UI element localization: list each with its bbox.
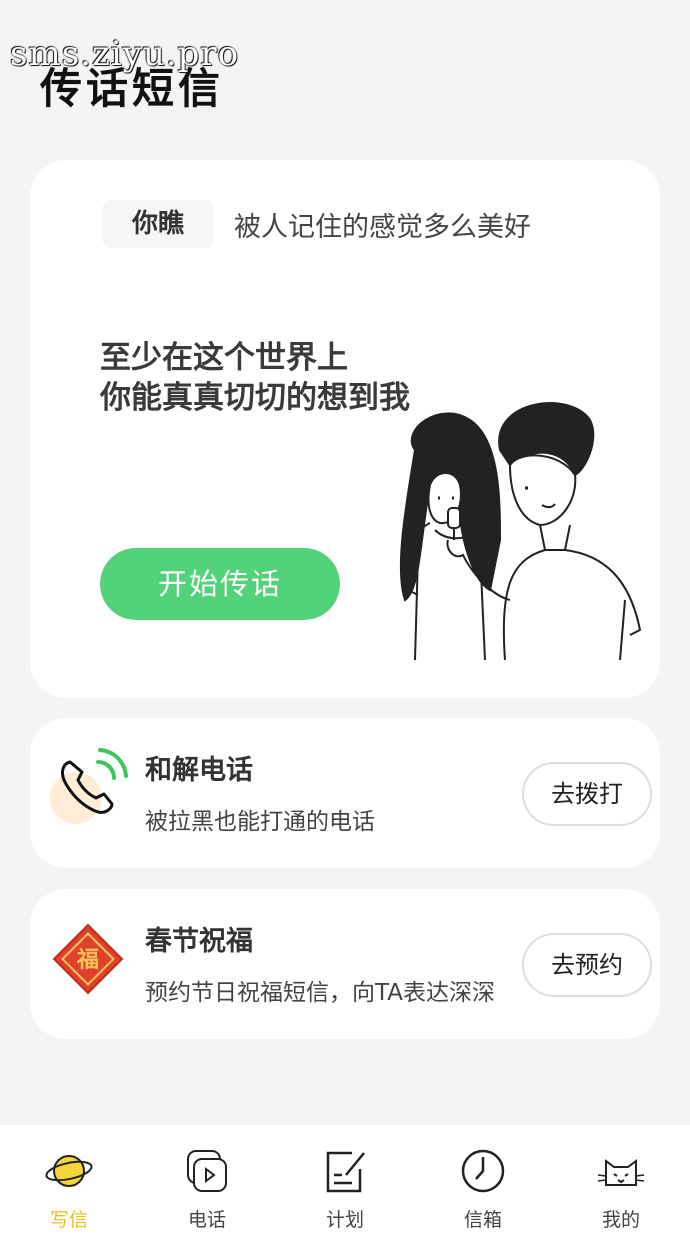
- edit-icon: [326, 1151, 365, 1193]
- clock-icon: [461, 1149, 505, 1193]
- tab-write[interactable]: 写信: [0, 1125, 138, 1245]
- tab-phone[interactable]: 电话: [138, 1125, 276, 1245]
- tag-row: 你瞧 被人记住的感觉多么美好: [102, 200, 531, 248]
- tab-label: 信箱: [463, 1209, 502, 1231]
- tab-mailbox[interactable]: 信箱: [414, 1125, 552, 1245]
- call-button[interactable]: 去拨打: [522, 762, 652, 826]
- headline-line-1: 至少在这个世界上: [100, 340, 348, 376]
- planet-icon: [45, 1155, 93, 1187]
- card-title: 春节祝福: [145, 926, 253, 957]
- bottom-tab-bar: 写信 电话 计划 信箱 我的: [0, 1125, 690, 1245]
- tag-badge: 你瞧: [102, 200, 215, 248]
- tab-label: 电话: [187, 1209, 226, 1231]
- tab-label: 写信: [49, 1209, 88, 1231]
- cat-icon: [597, 1159, 645, 1186]
- tag-text: 被人记住的感觉多么美好: [234, 211, 532, 243]
- reserve-button[interactable]: 去预约: [522, 933, 652, 997]
- tab-mine[interactable]: 我的: [552, 1125, 690, 1245]
- watermark: sms.ziyu.pro: [10, 34, 240, 74]
- hero-card: 你瞧 被人记住的感觉多么美好 至少在这个世界上 你能真真切切的想到我 开始传话: [30, 160, 660, 698]
- tab-plan[interactable]: 计划: [276, 1125, 414, 1245]
- card-title: 和解电话: [145, 755, 253, 786]
- couple-illustration: [399, 402, 642, 660]
- start-button[interactable]: 开始传话: [100, 548, 340, 620]
- tab-label: 我的: [601, 1209, 640, 1231]
- reconcile-call-card[interactable]: 和解电话 被拉黑也能打通的电话 去拨打: [30, 718, 660, 868]
- video-icon: [187, 1150, 227, 1192]
- fu-icon: 福: [52, 923, 124, 995]
- card-subtitle: 预约节日祝福短信，向TA表达深深: [145, 980, 495, 1006]
- card-subtitle: 被拉黑也能打通的电话: [145, 809, 375, 835]
- phone-icon: [50, 748, 128, 824]
- svg-text:福: 福: [76, 948, 99, 973]
- spring-greeting-card[interactable]: 福 春节祝福 预约节日祝福短信，向TA表达深深 去预约: [30, 889, 660, 1039]
- tab-label: 计划: [325, 1209, 364, 1231]
